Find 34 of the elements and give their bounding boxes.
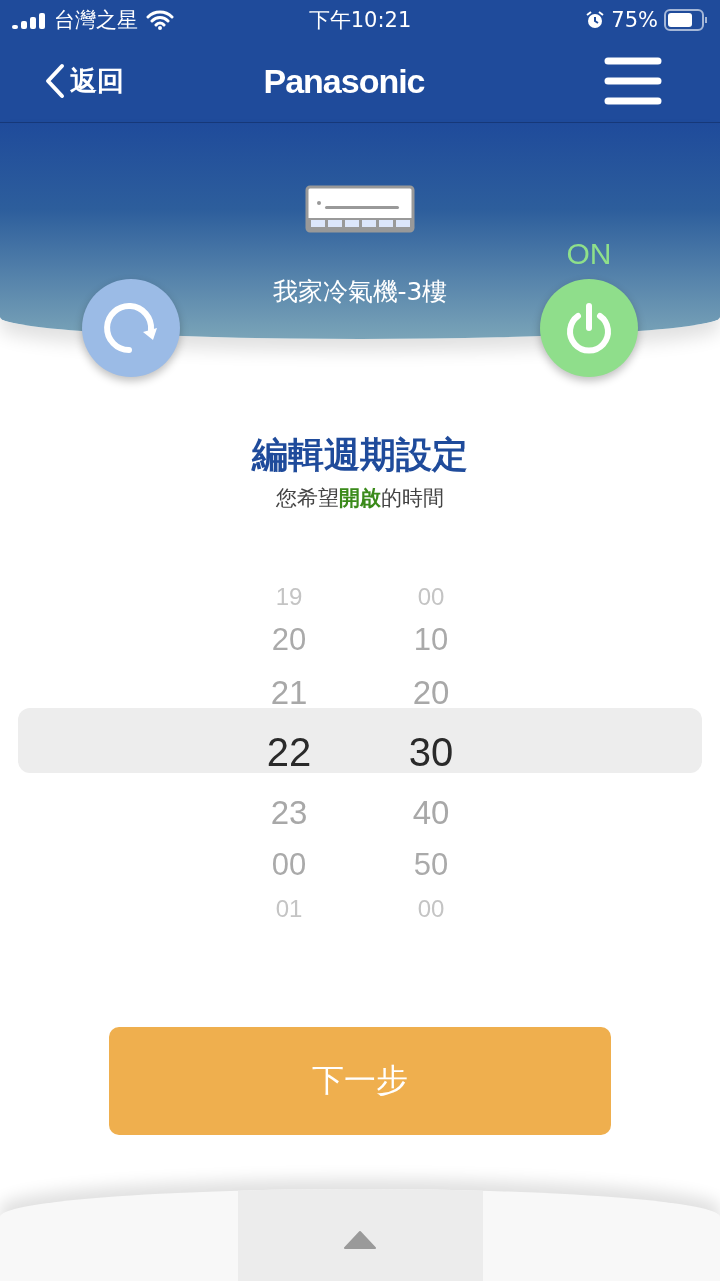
- carrier-name: 台灣之星: [54, 7, 138, 34]
- menu-button[interactable]: [604, 57, 662, 105]
- next-button[interactable]: 下一步: [109, 1027, 611, 1135]
- brand-logo: Panasonic: [262, 61, 426, 101]
- signal-icon: [12, 11, 46, 29]
- page-title: 編輯週期設定: [250, 433, 469, 477]
- power-button[interactable]: [540, 279, 638, 377]
- picker-option[interactable]: 20: [271, 615, 307, 665]
- picker-option[interactable]: 22: [266, 720, 312, 785]
- picker-option[interactable]: 01: [275, 890, 303, 927]
- battery-percent: 75%: [611, 8, 658, 32]
- air-conditioner-icon: [305, 185, 415, 233]
- wifi-icon: [146, 10, 174, 30]
- picker-option[interactable]: 50: [413, 840, 449, 890]
- page-subtitle: 您希望開啟的時間: [275, 485, 445, 512]
- device-name: 我家冷氣機-3樓: [271, 275, 449, 308]
- clock-time: 下午10:21: [307, 7, 413, 34]
- picker-option[interactable]: 00: [417, 890, 445, 927]
- picker-option[interactable]: 30: [408, 720, 454, 785]
- picker-option[interactable]: 20: [412, 665, 450, 720]
- picker-option[interactable]: 00: [417, 578, 445, 615]
- refresh-button[interactable]: [82, 279, 180, 377]
- picker-option[interactable]: 00: [271, 840, 307, 890]
- alarm-icon: [585, 10, 606, 30]
- battery-icon: [664, 9, 708, 31]
- power-status: ON: [565, 237, 613, 271]
- picker-option[interactable]: 19: [275, 578, 303, 615]
- picker-option[interactable]: 10: [413, 615, 449, 665]
- back-button[interactable]: 返回: [44, 63, 124, 99]
- picker-option[interactable]: 21: [270, 665, 308, 720]
- chevron-left-icon: [44, 63, 66, 99]
- picker-option[interactable]: 40: [412, 785, 450, 840]
- caret-up-icon: [343, 1229, 377, 1250]
- picker-option[interactable]: 23: [270, 785, 308, 840]
